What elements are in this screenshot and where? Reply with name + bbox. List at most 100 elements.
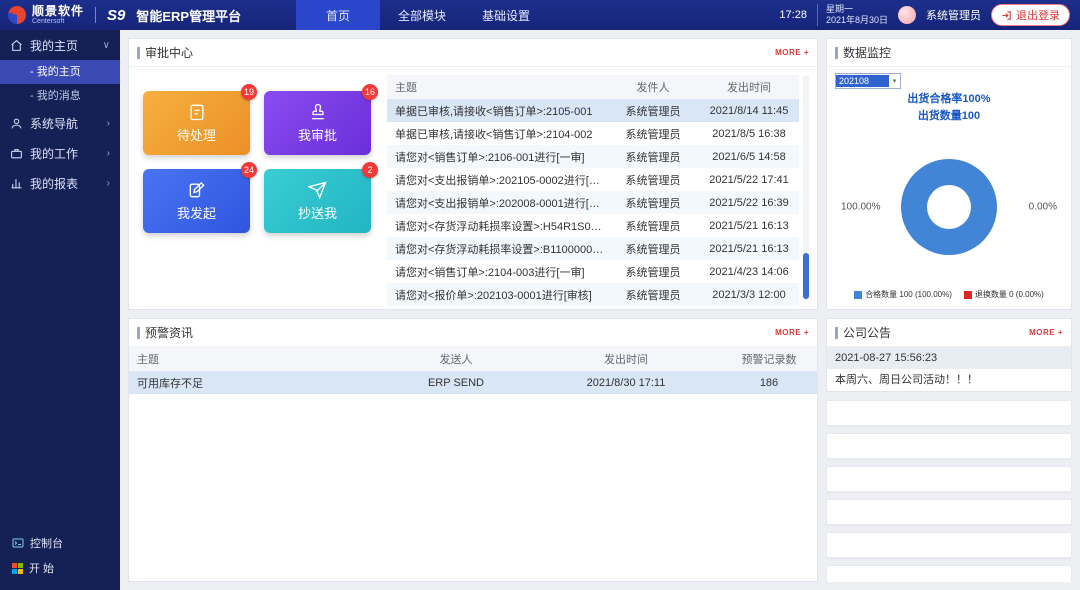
tile-label: 我发起 <box>177 203 216 222</box>
row-sender: 系统管理员 <box>607 218 699 234</box>
sidebar-subitem-my-home[interactable]: 我的主页 <box>0 60 120 84</box>
scrollbar-thumb[interactable] <box>803 253 809 299</box>
sidebar-subitem-my-messages[interactable]: 我的消息 <box>0 84 120 108</box>
period-select-value: 202108 <box>836 75 889 87</box>
row-sender: 系统管理员 <box>607 241 699 257</box>
monitor-panel-header: 数据监控 <box>827 39 1071 67</box>
sidebar-item-label: 我的主页 <box>30 37 78 54</box>
topbar-right: 17:28 星期一 2021年8月30日 系统管理员 退出登录 <box>779 4 1080 27</box>
tile-my-approvals[interactable]: 16 我审批 <box>264 91 371 155</box>
table-row[interactable]: 请您对<销售订单>:2106-001进行[一审] 系统管理员 2021/6/5 … <box>387 145 799 168</box>
pass-rate-text: 出货合格率100% <box>835 91 1063 108</box>
row-sender: 系统管理员 <box>607 287 699 303</box>
alert-row[interactable]: 可用库存不足 ERP SEND 2021/8/30 17:11 186 <box>129 371 817 394</box>
start-button[interactable]: 开 始 <box>12 560 108 576</box>
empty-list-item <box>826 400 1072 426</box>
brand-name: 顺景软件 Centersoft <box>32 5 84 26</box>
approval-panel-body: 19 待处理 16 我审批 24 我发起 2 <box>129 67 817 309</box>
sidebar-item-label: 我的报表 <box>30 175 78 192</box>
main-nav: 首页 全部模块 基础设置 <box>296 0 548 30</box>
column-header-sender: 发件人 <box>607 79 699 95</box>
empty-list-item <box>826 433 1072 459</box>
monitor-stats: 出货合格率100% 出货数量100 <box>835 91 1063 125</box>
alert-subject: 可用库存不足 <box>129 375 381 391</box>
table-row[interactable]: 请您对<报价单>:202103-0001进行[审核] 系统管理员 2021/3/… <box>387 283 799 306</box>
column-header-subject: 主题 <box>387 79 607 95</box>
home-icon <box>10 39 23 52</box>
row-sender: 系统管理员 <box>607 149 699 165</box>
logout-icon <box>1001 10 1012 21</box>
table-row[interactable]: 请您对<支出报销单>:202105-0002进行[审核] 系统管理员 2021/… <box>387 168 799 191</box>
stamp-icon <box>308 102 328 122</box>
table-row[interactable]: 单据已审核,请接收<销售订单>:2104-002 系统管理员 2021/8/5 … <box>387 122 799 145</box>
sidebar-item-label: 我的工作 <box>30 145 78 162</box>
tab-basic-settings[interactable]: 基础设置 <box>464 0 548 30</box>
monitor-panel-body: 202108 ▾ 出货合格率100% 出货数量100 100.00% 0.00%… <box>827 67 1071 309</box>
row-subject: 请您对<存货浮动耗损率设置>:B11000001进行[审核] <box>387 241 607 257</box>
legend-swatch-blue <box>854 291 862 299</box>
chart-legend: 合格数量 100 (100.00%) 退换数量 0 (0.00%) <box>835 289 1063 305</box>
tile-cc-to-me[interactable]: 2 抄送我 <box>264 169 371 233</box>
row-subject: 请您对<报价单>:202103-0001进行[审核] <box>387 287 607 303</box>
console-button[interactable]: 控制台 <box>12 535 108 551</box>
notice-more-link[interactable]: MORE + <box>1029 328 1063 337</box>
row-sender: 系统管理员 <box>607 195 699 211</box>
alerts-panel-title: 预警资讯 <box>137 324 193 341</box>
row-sender: 系统管理员 <box>607 172 699 188</box>
sidebar-item-my-reports[interactable]: 我的报表 › <box>0 168 120 198</box>
column-header-subject: 主题 <box>129 351 381 367</box>
weekday-label: 星期一 <box>826 4 888 15</box>
alerts-more-link[interactable]: MORE + <box>775 328 809 337</box>
approval-more-link[interactable]: MORE + <box>775 48 809 57</box>
row-subject: 单据已审核,请接收<销售订单>:2104-002 <box>387 126 607 142</box>
row-subject: 请您对<存货浮动耗损率设置>:H54R1S006002进行[审核] <box>387 218 607 234</box>
briefcase-icon <box>10 147 23 160</box>
monitor-panel-title: 数据监控 <box>835 44 891 61</box>
table-row[interactable]: 单据已审核,请接收<销售订单>:2105-001 系统管理员 2021/8/14… <box>387 99 799 122</box>
alert-time: 2021/8/30 17:11 <box>531 377 721 389</box>
column-header-time: 发出时间 <box>699 79 799 95</box>
logout-button[interactable]: 退出登录 <box>991 4 1070 26</box>
brand-name-cn: 顺景软件 <box>32 5 84 18</box>
date-block: 星期一 2021年8月30日 <box>817 4 888 27</box>
clock-time: 17:28 <box>779 9 807 21</box>
tab-home[interactable]: 首页 <box>296 0 380 30</box>
sidebar-item-system-nav[interactable]: 系统导航 › <box>0 108 120 138</box>
donut-ring[interactable] <box>901 159 997 255</box>
tile-pending[interactable]: 19 待处理 <box>143 91 250 155</box>
notice-content[interactable]: 本周六、周日公司活动！！！ <box>827 369 1071 391</box>
sidebar-item-my-home[interactable]: 我的主页 ∨ <box>0 30 120 60</box>
user-name: 系统管理员 <box>926 7 981 23</box>
period-select[interactable]: 202108 ▾ <box>835 73 901 89</box>
table-row[interactable]: 请您对<销售订单>:2104-003进行[一审] 系统管理员 2021/4/23… <box>387 260 799 283</box>
alert-sender: ERP SEND <box>381 377 531 389</box>
empty-list-item <box>826 466 1072 492</box>
tab-all-modules[interactable]: 全部模块 <box>380 0 464 30</box>
clipboard-clock-icon <box>187 102 207 122</box>
table-row[interactable]: 请您对<支出报销单>:202008-0001进行[审核] 系统管理员 2021/… <box>387 191 799 214</box>
row-subject: 请您对<销售订单>:2104-003进行[一审] <box>387 264 607 280</box>
column-header-record-count: 预警记录数 <box>721 351 817 367</box>
table-row[interactable]: 请您对<存货浮动耗损率设置>:H54R1S006002进行[审核] 系统管理员 … <box>387 214 799 237</box>
user-avatar[interactable] <box>898 6 916 24</box>
my-approvals-count-badge: 16 <box>362 84 378 100</box>
tile-initiated-by-me[interactable]: 24 我发起 <box>143 169 250 233</box>
approval-scrollbar[interactable] <box>803 75 809 301</box>
legend-label: 合格数量 100 (100.00%) <box>865 289 952 300</box>
initiated-count-badge: 24 <box>241 162 257 178</box>
column-header-time: 发出时间 <box>531 351 721 367</box>
row-time: 2021/8/5 16:38 <box>699 128 799 140</box>
row-time: 2021/5/21 16:13 <box>699 243 799 255</box>
sidebar-bottom: 控制台 开 始 <box>0 527 120 590</box>
product-name: S9 <box>107 7 125 24</box>
donut-label-right: 0.00% <box>1029 202 1057 213</box>
table-row[interactable]: 请您对<存货浮动耗损率设置>:B11000001进行[审核] 系统管理员 202… <box>387 237 799 260</box>
paper-plane-icon <box>308 180 328 200</box>
row-subject: 请您对<销售订单>:2106-001进行[一审] <box>387 149 607 165</box>
notice-datetime[interactable]: 2021-08-27 15:56:23 <box>827 347 1071 369</box>
legend-item-return: 退换数量 0 (0.00%) <box>964 289 1044 300</box>
sidebar-item-my-work[interactable]: 我的工作 › <box>0 138 120 168</box>
approval-tiles: 19 待处理 16 我审批 24 我发起 2 <box>143 91 371 301</box>
legend-label: 退换数量 0 (0.00%) <box>975 289 1044 300</box>
logout-label: 退出登录 <box>1016 7 1060 23</box>
